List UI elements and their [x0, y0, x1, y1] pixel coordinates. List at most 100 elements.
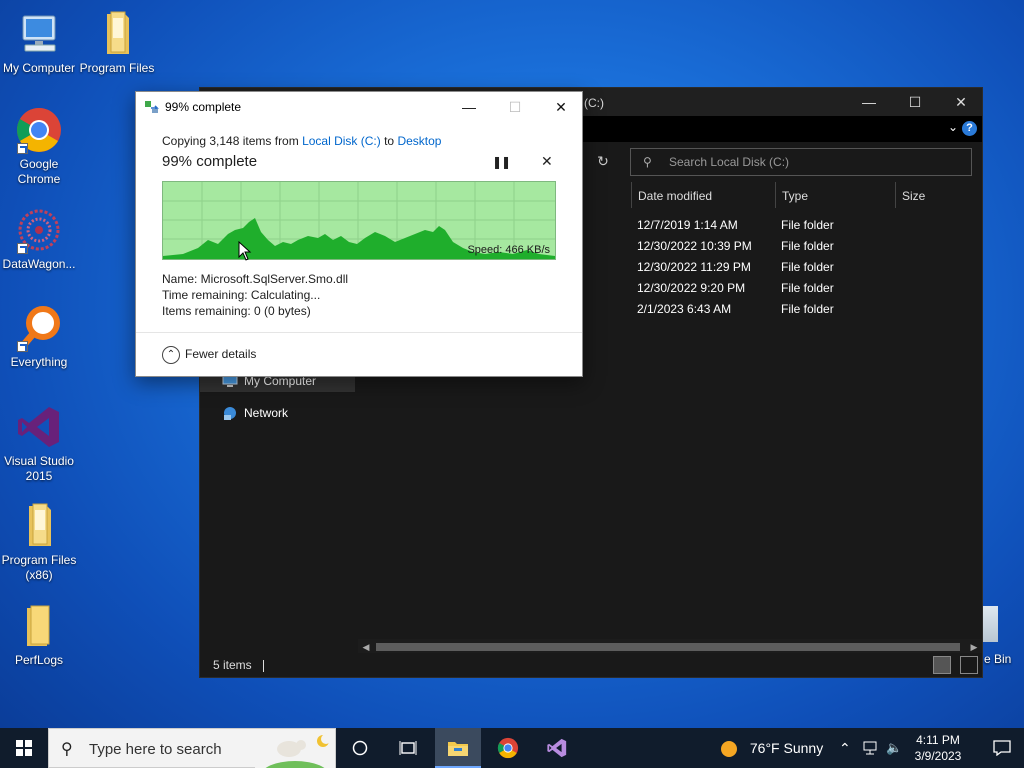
desktop-icon-visual-studio[interactable]: Visual Studio 2015	[0, 403, 78, 484]
visual-studio-icon	[15, 403, 63, 451]
column-header-type[interactable]: Type	[775, 182, 895, 208]
taskbar: ⚲ Type here to search 76°F Sunny ⌃ 🔈 4:1…	[0, 728, 1024, 768]
chevron-up-icon: ⌃	[162, 346, 180, 364]
windows-logo-icon	[16, 740, 32, 756]
dialog-maximize-button: ☐	[508, 99, 522, 115]
source-link[interactable]: Local Disk (C:)	[302, 134, 381, 148]
progress-heading: 99% complete	[162, 153, 258, 170]
row-type: File folder	[781, 218, 834, 232]
explorer-window-title: (C:)	[584, 96, 604, 110]
row-date: 12/30/2022 9:20 PM	[637, 281, 746, 295]
desktop-icon-program-files[interactable]: Program Files	[78, 10, 156, 76]
row-type: File folder	[781, 239, 834, 253]
dialog-title: 99% complete	[165, 100, 242, 114]
transfer-speed: Speed: 466 KB/s	[467, 244, 550, 256]
taskbar-search-placeholder: Type here to search	[89, 741, 222, 758]
row-date: 12/30/2022 11:29 PM	[637, 260, 751, 274]
large-icons-view-button[interactable]	[960, 656, 978, 674]
refresh-icon[interactable]: ↻	[592, 150, 614, 172]
search-placeholder: Search Local Disk (C:)	[669, 155, 790, 169]
desktop-icon-label: My Computer	[2, 61, 76, 75]
desktop-icon-label: Visual Studio 2015	[4, 454, 74, 483]
copy-icon	[145, 101, 159, 113]
visual-studio-icon	[547, 738, 567, 758]
taskbar-file-explorer[interactable]	[435, 728, 481, 768]
weather-text: 76°F Sunny	[749, 740, 824, 756]
desktop-icon-my-computer[interactable]: My Computer	[0, 10, 78, 76]
desktop-icon-google-chrome[interactable]: Google Chrome	[0, 106, 78, 187]
recycle-bin-icon[interactable]	[982, 606, 998, 642]
item-count: 5 items	[213, 658, 252, 672]
chrome-icon	[497, 737, 519, 759]
desktop-icon-everything[interactable]: Everything	[0, 304, 78, 370]
taskbar-search-input[interactable]: ⚲ Type here to search	[48, 728, 336, 768]
help-icon[interactable]: ?	[962, 121, 977, 136]
scrollbar-thumb[interactable]	[376, 643, 960, 651]
cortana-button[interactable]	[337, 728, 383, 768]
search-icon: ⚲	[61, 741, 73, 758]
folder-icon	[93, 10, 141, 58]
transfer-speed-graph: Speed: 466 KB/s	[162, 181, 556, 260]
column-header-size[interactable]: Size	[895, 182, 975, 208]
everything-search-icon	[15, 304, 63, 352]
taskbar-chrome[interactable]	[485, 728, 531, 768]
desktop-icon-program-files-x86[interactable]: Program Files (x86)	[0, 502, 78, 583]
to-word: to	[380, 134, 398, 148]
column-header-date-modified[interactable]: Date modified	[631, 182, 775, 208]
nav-item-network[interactable]: Network	[220, 402, 357, 424]
time-remaining-line: Time remaining: Calculating...	[162, 288, 321, 302]
show-hidden-icons-chevron-up-icon[interactable]: ⌃	[839, 728, 851, 768]
details-view-button[interactable]	[932, 656, 951, 674]
search-icon: ⚲	[643, 155, 652, 169]
network-icon	[224, 407, 236, 420]
dialog-title-bar[interactable]: 99% complete — ☐ ✕	[136, 92, 582, 122]
network-icon[interactable]	[862, 740, 880, 756]
desktop-icon-label: Program Files	[79, 61, 155, 75]
pause-icon[interactable]: ❚❚	[492, 155, 511, 169]
copy-summary: Copying 3,148 items from Local Disk (C:)…	[162, 134, 441, 148]
fewer-details-label: Fewer details	[185, 347, 257, 362]
desktop-icon-datawagon[interactable]: DataWagon...	[0, 206, 78, 272]
status-bar: 5 items	[200, 653, 982, 677]
start-button[interactable]	[0, 728, 48, 768]
computer-icon	[15, 10, 63, 58]
row-date: 12/7/2019 1:14 AM	[637, 218, 738, 232]
row-type: File folder	[781, 281, 834, 295]
shortcut-arrow-icon	[17, 243, 28, 254]
taskbar-visual-studio[interactable]	[534, 728, 580, 768]
desktop-icon-label: Everything	[10, 355, 68, 369]
destination-link[interactable]: Desktop	[397, 134, 441, 148]
chevron-down-icon[interactable]: ⌄	[948, 120, 958, 134]
folder-icon	[15, 602, 63, 650]
volume-icon[interactable]: 🔈	[886, 728, 902, 768]
cancel-icon[interactable]: ✕	[541, 153, 553, 170]
row-type: File folder	[781, 260, 834, 274]
task-view-button[interactable]	[385, 728, 431, 768]
dialog-close-button[interactable]: ✕	[538, 92, 584, 122]
shortcut-arrow-icon	[17, 341, 28, 352]
chrome-icon	[15, 106, 63, 154]
search-highlight-art-icon	[255, 729, 335, 768]
notifications-button[interactable]	[980, 728, 1024, 768]
file-name-line: Name: Microsoft.SqlServer.Smo.dll	[162, 272, 349, 286]
close-button[interactable]: ✕	[938, 88, 984, 116]
clock-date: 3/9/2023	[914, 749, 962, 763]
desktop-icon-perflogs[interactable]: PerfLogs	[0, 602, 78, 668]
mouse-cursor-icon	[238, 241, 252, 261]
copy-progress-dialog: 99% complete — ☐ ✕ Copying 3,148 items f…	[135, 91, 583, 377]
maximize-button[interactable]: ☐	[892, 88, 938, 116]
dialog-minimize-button[interactable]: —	[446, 92, 492, 122]
notification-icon	[993, 740, 1011, 756]
explorer-search-input[interactable]: ⚲ Search Local Disk (C:)	[630, 148, 972, 176]
clock-time: 4:11 PM	[916, 733, 960, 747]
row-type: File folder	[781, 302, 834, 316]
system-clock[interactable]: 4:11 PM 3/9/2023	[906, 732, 970, 764]
weather-widget[interactable]: 76°F Sunny	[720, 728, 823, 768]
file-explorer-icon	[448, 742, 468, 756]
items-remaining-line: Items remaining: 0 (0 bytes)	[162, 304, 311, 318]
desktop-icon-label: Program Files (x86)	[1, 553, 77, 582]
folder-icon	[15, 502, 63, 550]
fewer-details-button[interactable]: ⌃ Fewer details	[162, 346, 256, 364]
minimize-button[interactable]: —	[846, 88, 892, 116]
row-date: 2/1/2023 6:43 AM	[637, 302, 732, 316]
